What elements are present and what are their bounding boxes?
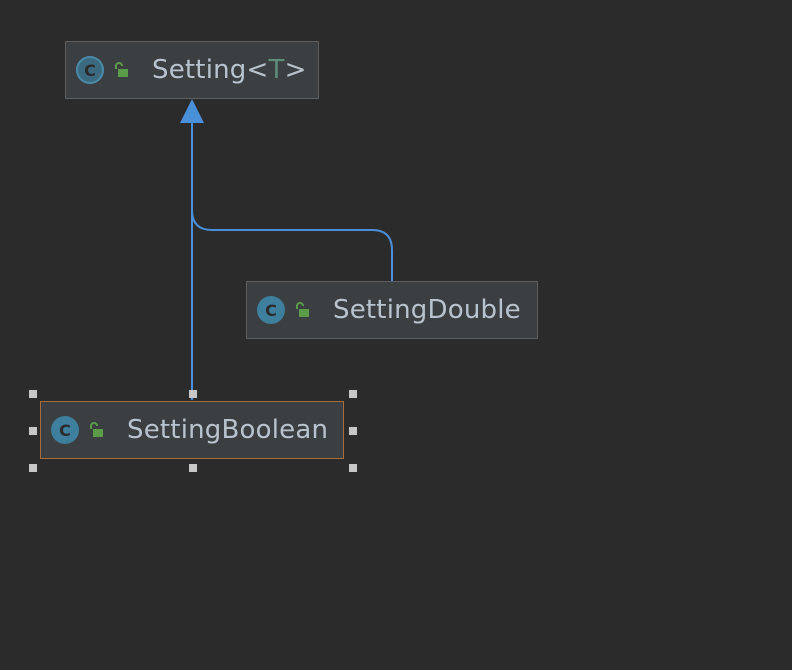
- resize-handle-top-right[interactable]: [349, 390, 357, 398]
- resize-handle-bottom-center[interactable]: [189, 464, 197, 472]
- type-bracket-open: <: [246, 55, 269, 85]
- inheritance-arrowhead: [180, 99, 204, 123]
- resize-handle-bottom-left[interactable]: [29, 464, 37, 472]
- type-parameter: T: [268, 55, 285, 85]
- resize-handle-top-center[interactable]: [189, 390, 197, 398]
- resize-handle-middle-left[interactable]: [29, 427, 37, 435]
- abstract-class-icon: C: [76, 56, 104, 84]
- type-bracket-close: >: [284, 55, 307, 85]
- class-name: Setting<T>: [152, 55, 307, 85]
- class-node-settingdouble[interactable]: C SettingDouble: [246, 281, 538, 339]
- lock-open-icon: [90, 422, 103, 437]
- edge-settingdouble-to-setting[interactable]: [191, 122, 393, 281]
- resize-handle-middle-right[interactable]: [349, 427, 357, 435]
- class-node-setting[interactable]: C Setting<T>: [65, 41, 319, 99]
- resize-handle-top-left[interactable]: [29, 390, 37, 398]
- class-node-settingboolean[interactable]: C SettingBoolean: [40, 401, 344, 459]
- class-name-text: Setting: [152, 55, 247, 85]
- lock-open-icon: [296, 302, 309, 317]
- class-name: SettingBoolean: [127, 415, 329, 445]
- class-icon: C: [257, 296, 285, 324]
- class-icon: C: [51, 416, 79, 444]
- diagram-canvas[interactable]: C Setting<T> C SettingDouble C SettingBo…: [0, 0, 792, 670]
- resize-handle-bottom-right[interactable]: [349, 464, 357, 472]
- class-name: SettingDouble: [333, 295, 521, 325]
- lock-open-icon: [115, 62, 128, 77]
